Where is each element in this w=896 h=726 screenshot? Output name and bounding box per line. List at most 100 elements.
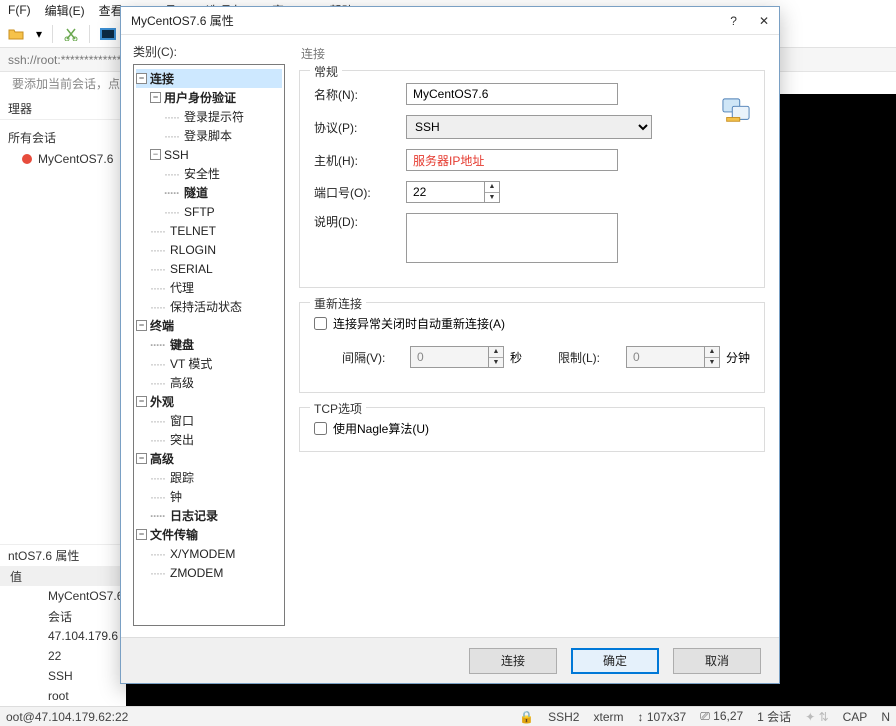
desc-textarea[interactable]: [406, 213, 618, 263]
status-pos: ⎚ 16,27: [700, 709, 743, 724]
prop-name: MyCentOS7.6: [0, 586, 126, 606]
spin-down-icon: ▼: [705, 358, 719, 368]
ok-button[interactable]: 确定: [571, 648, 659, 674]
tree-advanced[interactable]: −高级: [136, 449, 282, 468]
category-label: 类别(C):: [133, 43, 285, 60]
help-icon[interactable]: ?: [730, 14, 737, 28]
properties-title: ntOS7.6 属性: [0, 544, 126, 566]
status-left: oot@47.104.179.62:22: [6, 710, 128, 724]
port-spinner[interactable]: ▲▼: [406, 181, 500, 203]
port-input[interactable]: [406, 181, 484, 203]
group-reconnect-legend: 重新连接: [310, 295, 366, 312]
prop-host: 47.104.179.6: [0, 626, 126, 646]
group-general-legend: 常规: [310, 63, 342, 80]
auto-reconnect-label: 连接异常关闭时自动重新连接(A): [333, 315, 505, 332]
tree-auth[interactable]: −用户身份验证: [136, 88, 282, 107]
left-panel: 理器 所有会话 MyCentOS7.6 ntOS7.6 属性 值 MyCentO…: [0, 94, 126, 706]
tree-tunnel[interactable]: ·····隧道: [136, 183, 282, 202]
tree-login-script[interactable]: ·····登录脚本: [136, 126, 282, 145]
host-label: 主机(H):: [314, 152, 406, 169]
tree-appearance[interactable]: −外观: [136, 392, 282, 411]
tree-bell[interactable]: ·····钟: [136, 487, 282, 506]
category-tree[interactable]: −连接 −用户身份验证 ·····登录提示符 ·····登录脚本 −SSH ··…: [133, 64, 285, 626]
tree-vt[interactable]: ·····VT 模式: [136, 354, 282, 373]
tree-rlogin[interactable]: ·····RLOGIN: [136, 240, 282, 259]
group-tcp: TCP选项 使用Nagle算法(U): [299, 407, 765, 452]
menu-file[interactable]: F(F): [4, 2, 35, 18]
tree-keepalive[interactable]: ·····保持活动状态: [136, 297, 282, 316]
connect-button[interactable]: 连接: [469, 648, 557, 674]
interval-label: 间隔(V):: [342, 349, 404, 366]
status-term: xterm: [593, 710, 623, 724]
tree-window[interactable]: ·····窗口: [136, 411, 282, 430]
interval-spinner: ▲▼: [410, 346, 504, 368]
close-icon[interactable]: ✕: [759, 14, 769, 28]
form-panel: 连接 常规 名称(N): 协议(P): SSH 主机(H):: [289, 35, 779, 637]
tree-log[interactable]: ·····日志记录: [136, 506, 282, 525]
session-item-label: MyCentOS7.6: [38, 152, 113, 166]
status-sess: 1 会话: [757, 708, 791, 725]
tree-xy[interactable]: ·····X/YMODEM: [136, 544, 282, 563]
session-status-icon: [22, 154, 32, 164]
tree-adv1[interactable]: ·····高级: [136, 373, 282, 392]
protocol-select[interactable]: SSH: [406, 115, 652, 139]
status-n: N: [881, 710, 890, 724]
category-tree-panel: 类别(C): −连接 −用户身份验证 ·····登录提示符 ·····登录脚本 …: [121, 35, 289, 637]
cut-icon[interactable]: [61, 24, 81, 44]
host-input[interactable]: [406, 149, 618, 171]
status-arrows: ✦ ⇅: [805, 710, 828, 724]
tree-ssh[interactable]: −SSH: [136, 145, 282, 164]
tree-file[interactable]: −文件传输: [136, 525, 282, 544]
spin-down-icon[interactable]: ▼: [485, 193, 499, 203]
tree-serial[interactable]: ·····SERIAL: [136, 259, 282, 278]
spin-up-icon[interactable]: ▲: [485, 182, 499, 193]
group-general: 常规 名称(N): 协议(P): SSH 主机(H): 端口号(O):: [299, 70, 765, 288]
name-input[interactable]: [406, 83, 618, 105]
group-tcp-legend: TCP选项: [310, 400, 366, 417]
protocol-label: 协议(P):: [314, 119, 406, 136]
nagle-label: 使用Nagle算法(U): [333, 420, 429, 437]
session-item[interactable]: MyCentOS7.6: [0, 148, 126, 170]
nagle-checkbox[interactable]: [314, 422, 327, 435]
all-sessions-header[interactable]: 所有会话: [0, 126, 126, 148]
tree-proxy[interactable]: ·····代理: [136, 278, 282, 297]
prop-port: 22: [0, 646, 126, 666]
dialog-title: MyCentOS7.6 属性: [131, 12, 234, 29]
limit-spinner: ▲▼: [626, 346, 720, 368]
tree-trace[interactable]: ·····跟踪: [136, 468, 282, 487]
folder-open-icon[interactable]: [6, 24, 26, 44]
dialog-titlebar[interactable]: MyCentOS7.6 属性 ? ✕: [121, 7, 779, 35]
prop-protocol: SSH: [0, 666, 126, 686]
tree-security[interactable]: ·····安全性: [136, 164, 282, 183]
properties-dialog: MyCentOS7.6 属性 ? ✕ 类别(C): −连接 −用户身份验证 ··…: [120, 6, 780, 684]
separator: [52, 25, 53, 43]
session-manager-title: 理器: [0, 94, 126, 120]
limit-label: 限制(L):: [558, 349, 620, 366]
interval-input: [410, 346, 488, 368]
prop-user: root: [0, 686, 126, 706]
separator: [89, 25, 90, 43]
cancel-button[interactable]: 取消: [673, 648, 761, 674]
group-reconnect: 重新连接 连接异常关闭时自动重新连接(A) 间隔(V): ▲▼ 秒 限制(L):: [299, 302, 765, 393]
spin-up-icon: ▲: [489, 347, 503, 358]
spin-down-icon: ▼: [489, 358, 503, 368]
tree-login-prompt[interactable]: ·····登录提示符: [136, 107, 282, 126]
tree-terminal[interactable]: −终端: [136, 316, 282, 335]
dropdown-icon[interactable]: ▾: [34, 24, 44, 44]
tree-sftp[interactable]: ·····SFTP: [136, 202, 282, 221]
interval-unit: 秒: [510, 349, 522, 366]
tree-connect[interactable]: −连接: [136, 69, 282, 88]
status-size: ↕ 107x37: [637, 710, 686, 724]
limit-input: [626, 346, 704, 368]
tree-telnet[interactable]: ·····TELNET: [136, 221, 282, 240]
session-list: 所有会话 MyCentOS7.6: [0, 120, 126, 170]
tree-keyboard[interactable]: ·····键盘: [136, 335, 282, 354]
tree-highlight[interactable]: ·····突出: [136, 430, 282, 449]
dialog-footer: 连接 确定 取消: [121, 637, 779, 683]
tree-z[interactable]: ·····ZMODEM: [136, 563, 282, 582]
address-text: ssh://root:****************: [8, 53, 135, 67]
menu-edit[interactable]: 编辑(E): [41, 1, 89, 20]
terminal-icon[interactable]: [98, 24, 118, 44]
desc-label: 说明(D):: [314, 213, 406, 230]
auto-reconnect-checkbox[interactable]: [314, 317, 327, 330]
